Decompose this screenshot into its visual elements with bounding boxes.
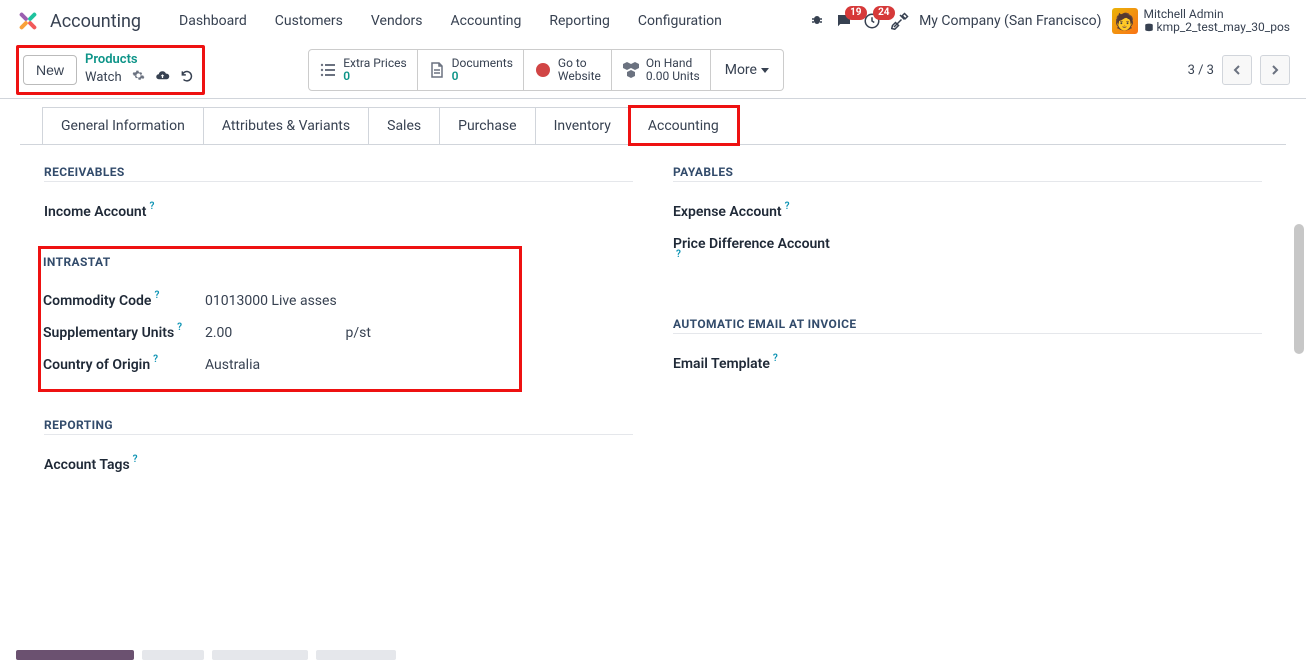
debug-icon[interactable] — [809, 13, 825, 29]
form-content: General Information Attributes & Variant… — [0, 107, 1306, 481]
pager-prev[interactable] — [1222, 55, 1252, 85]
scrollbar[interactable] — [1292, 104, 1306, 640]
control-bar: New Products Watch Extra Prices0 Documen… — [0, 42, 1306, 98]
breadcrumb: Products Watch — [85, 52, 194, 87]
user-db: kmp_2_test_may_30_pos — [1144, 21, 1290, 34]
top-nav: Accounting Dashboard Customers Vendors A… — [0, 0, 1306, 42]
stat-on-hand[interactable]: On Hand0.00 Units — [612, 49, 711, 91]
tab-purchase[interactable]: Purchase — [440, 107, 535, 144]
field-price-difference-account[interactable]: Price Difference Account? — [673, 228, 1262, 271]
right-column: PAYABLES Expense Account? Price Differen… — [673, 165, 1262, 481]
section-payables: PAYABLES — [673, 165, 1262, 182]
globe-icon — [534, 62, 552, 78]
field-expense-account[interactable]: Expense Account? — [673, 196, 1262, 228]
section-receivables: RECEIVABLES — [44, 165, 633, 182]
tab-attributes-variants[interactable]: Attributes & Variants — [204, 107, 369, 144]
document-icon — [428, 62, 446, 78]
stat-boxes: Extra Prices0 Documents0 Go toWebsite On… — [308, 49, 784, 91]
breadcrumb-current: Watch — [85, 70, 122, 86]
nav-configuration[interactable]: Configuration — [624, 3, 736, 39]
highlighted-intrastat-area: INTRASTAT Commodity Code? 01013000 Live … — [38, 246, 522, 392]
pager-text[interactable]: 3 / 3 — [1188, 63, 1214, 78]
help-icon[interactable]: ? — [785, 201, 790, 212]
company-selector[interactable]: My Company (San Francisco) — [919, 13, 1101, 29]
new-button[interactable]: New — [23, 55, 77, 85]
tab-inventory[interactable]: Inventory — [536, 107, 630, 144]
tab-general-information[interactable]: General Information — [42, 107, 204, 144]
field-account-tags[interactable]: Account Tags? — [44, 449, 633, 481]
field-country-of-origin[interactable]: Country of Origin? Australia — [43, 349, 511, 381]
stat-documents[interactable]: Documents0 — [418, 49, 524, 91]
boxes-icon — [622, 62, 640, 78]
nav-customers[interactable]: Customers — [261, 3, 357, 39]
tools-icon[interactable] — [891, 12, 909, 30]
avatar: 🧑 — [1112, 8, 1138, 34]
highlighted-breadcrumb-area: New Products Watch — [16, 45, 205, 94]
nav-dashboard[interactable]: Dashboard — [165, 3, 261, 39]
stat-extra-prices[interactable]: Extra Prices0 — [308, 49, 417, 91]
bottom-placeholders — [16, 650, 396, 660]
undo-icon[interactable] — [180, 69, 194, 88]
tab-sales[interactable]: Sales — [369, 107, 440, 144]
app-title[interactable]: Accounting — [50, 11, 141, 32]
main-menu: Dashboard Customers Vendors Accounting R… — [165, 3, 736, 39]
field-email-template[interactable]: Email Template? — [673, 348, 1262, 380]
nav-vendors[interactable]: Vendors — [357, 3, 437, 39]
help-icon[interactable]: ? — [149, 201, 154, 212]
user-menu[interactable]: 🧑 Mitchell Admin kmp_2_test_may_30_pos — [1112, 8, 1290, 34]
cloud-upload-icon[interactable] — [155, 68, 170, 88]
pager-next[interactable] — [1260, 55, 1290, 85]
list-icon — [319, 62, 337, 78]
help-icon[interactable]: ? — [153, 354, 158, 365]
section-intrastat: INTRASTAT — [43, 255, 511, 271]
help-icon[interactable]: ? — [154, 290, 159, 301]
caret-down-icon — [761, 66, 769, 74]
activities-icon[interactable]: 24 — [863, 12, 881, 30]
tab-accounting[interactable]: Accounting — [630, 107, 738, 144]
section-reporting: REPORTING — [44, 418, 633, 435]
scrollbar-thumb[interactable] — [1294, 224, 1304, 354]
help-icon[interactable]: ? — [773, 353, 778, 364]
breadcrumb-products[interactable]: Products — [85, 52, 194, 68]
nav-accounting[interactable]: Accounting — [437, 3, 536, 39]
nav-reporting[interactable]: Reporting — [535, 3, 624, 39]
nav-right: 19 24 My Company (San Francisco) 🧑 Mitch… — [809, 8, 1290, 34]
help-icon[interactable]: ? — [676, 249, 681, 260]
stat-goto-website[interactable]: Go toWebsite — [524, 49, 612, 91]
field-supplementary-units[interactable]: Supplementary Units? 2.00 p/st — [43, 317, 511, 349]
gear-icon[interactable] — [132, 69, 145, 87]
messages-icon[interactable]: 19 — [835, 12, 853, 30]
tabs: General Information Attributes & Variant… — [42, 107, 1286, 144]
field-commodity-code[interactable]: Commodity Code? 01013000 Live asses — [43, 285, 511, 317]
section-auto-email: AUTOMATIC EMAIL AT INVOICE — [673, 317, 1262, 334]
help-icon[interactable]: ? — [133, 454, 138, 465]
more-button[interactable]: More — [711, 49, 784, 91]
app-logo[interactable] — [16, 9, 40, 33]
help-icon[interactable]: ? — [177, 322, 182, 333]
pager: 3 / 3 — [1188, 55, 1290, 85]
left-column: RECEIVABLES Income Account? INTRASTAT Co… — [44, 165, 633, 481]
field-income-account[interactable]: Income Account? — [44, 196, 633, 228]
